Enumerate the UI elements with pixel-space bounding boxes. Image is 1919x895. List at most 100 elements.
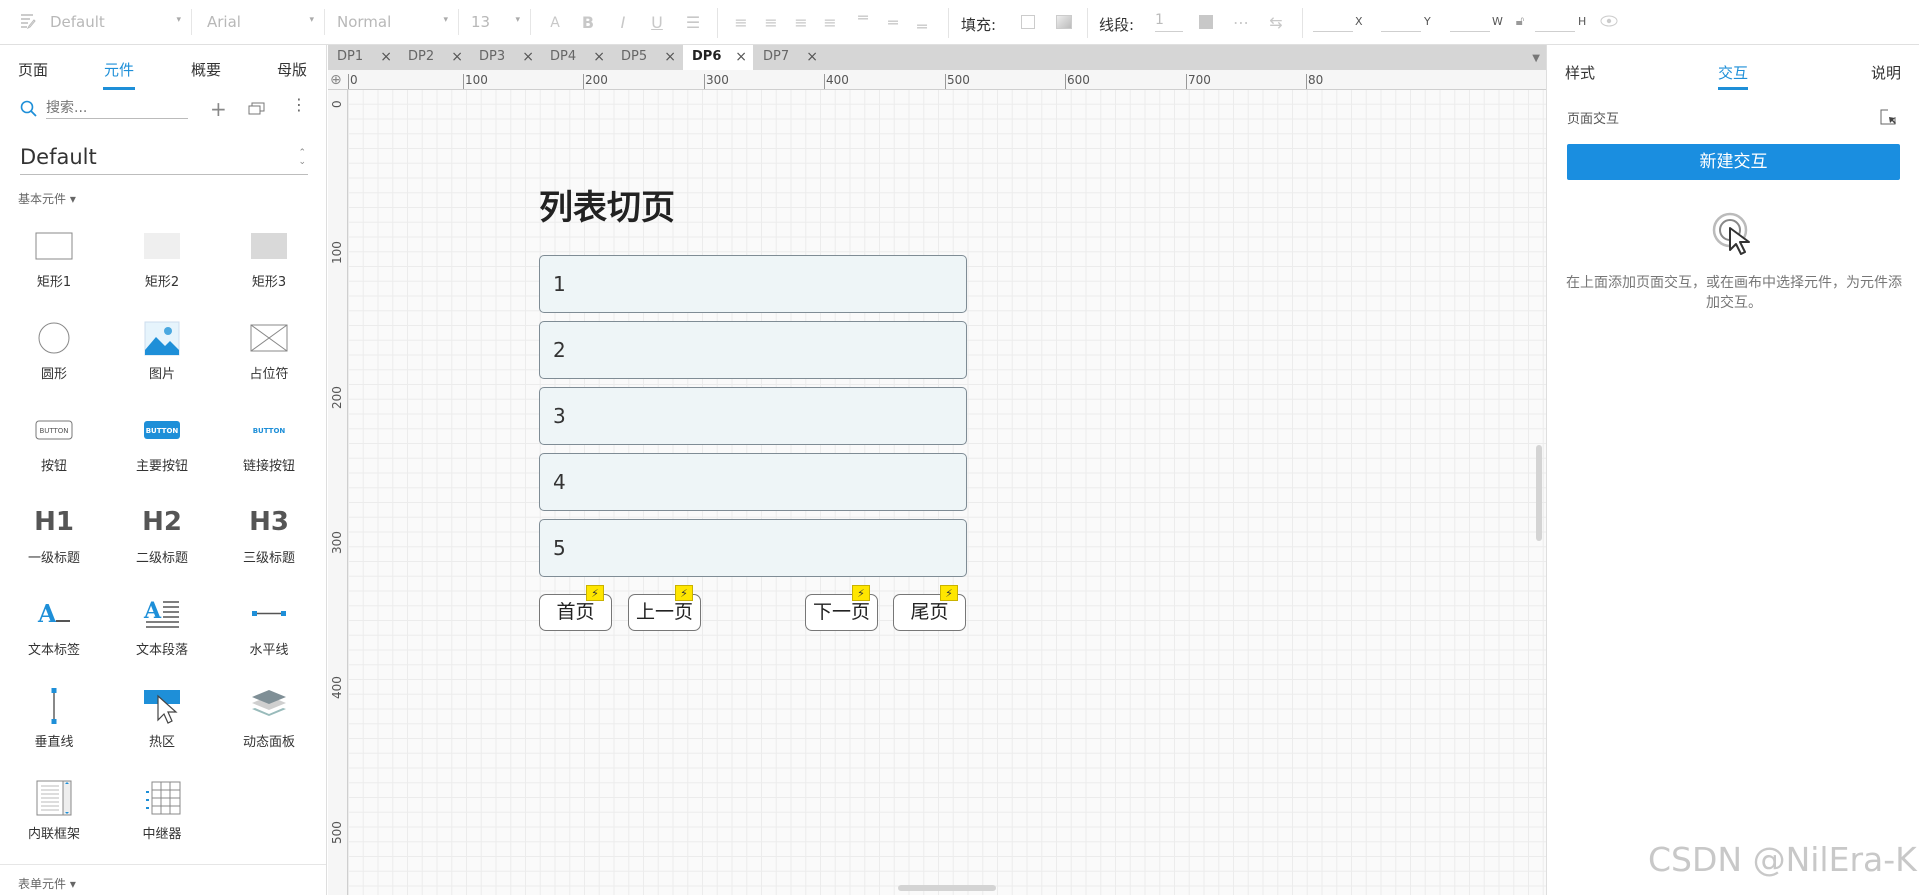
page-heading[interactable]: 列表切页 xyxy=(539,180,675,229)
tab-widgets[interactable]: 元件 xyxy=(104,59,134,80)
tab-dp7[interactable]: DP7 × xyxy=(754,45,824,70)
close-icon[interactable]: × xyxy=(806,45,818,69)
widget-search-input[interactable] xyxy=(46,97,188,119)
prev-page-button[interactable]: 上一页 ⚡︎ xyxy=(628,585,701,631)
widget-horizontal-line[interactable]: 水平线 xyxy=(219,596,319,676)
font-weight-dropdown[interactable]: Normal ▾ xyxy=(337,9,459,35)
tab-dp3[interactable]: DP3 × xyxy=(470,45,540,70)
widget-inline-frame[interactable]: 内联框架 xyxy=(4,780,104,860)
x-field[interactable] xyxy=(1313,12,1353,32)
align-justify-icon[interactable]: ≡ xyxy=(820,13,840,33)
tab-dp6[interactable]: DP6 × xyxy=(683,45,753,70)
font-dropdown[interactable]: Arial ▾ xyxy=(207,9,325,35)
line-width-field[interactable]: 1 xyxy=(1155,12,1183,32)
widget-image[interactable]: 图片 xyxy=(112,320,212,400)
widget-button[interactable]: BUTTON 按钮 xyxy=(4,412,104,492)
align-center-icon[interactable]: ≡ xyxy=(761,13,781,33)
horizontal-scrollbar[interactable] xyxy=(898,885,996,891)
section-form-widgets[interactable]: 表单元件 ▾ xyxy=(18,875,76,892)
widget-h3[interactable]: H3 三级标题 xyxy=(219,504,319,584)
widget-circle[interactable]: 圆形 xyxy=(4,320,104,400)
align-bottom-icon[interactable]: ═ xyxy=(912,17,932,37)
close-icon[interactable]: × xyxy=(593,45,605,69)
repeater-row[interactable]: 2 xyxy=(539,321,967,379)
y-field[interactable] xyxy=(1381,12,1421,32)
library-selector[interactable]: Default ⌃ ⌄ xyxy=(20,145,308,175)
tab-dp2[interactable]: DP2 × xyxy=(399,45,469,70)
repeater-row[interactable]: 4 xyxy=(539,453,967,511)
widget-link-button[interactable]: BUTTON 链接按钮 xyxy=(219,412,319,492)
widget-rect1[interactable]: 矩形1 xyxy=(4,228,104,308)
tab-dp5[interactable]: DP5 × xyxy=(612,45,682,70)
section-basic-widgets[interactable]: 基本元件 ▾ xyxy=(18,190,76,207)
h-label: H xyxy=(1578,15,1587,28)
last-page-button[interactable]: 尾页 ⚡︎ xyxy=(893,585,966,631)
add-library-icon[interactable]: + xyxy=(210,97,227,121)
new-interaction-button[interactable]: 新建交互 xyxy=(1567,144,1900,180)
tab-label: DP5 xyxy=(621,49,648,64)
chevron-down-icon: ▾ xyxy=(443,15,448,25)
lightning-icon: ⚡︎ xyxy=(940,585,958,601)
bullet-list-icon[interactable]: ☰ xyxy=(683,13,703,33)
style-editor-icon[interactable] xyxy=(18,12,38,32)
tab-notes[interactable]: 说明 xyxy=(1871,62,1901,83)
line-color-swatch[interactable] xyxy=(1199,15,1213,29)
tab-masters[interactable]: 母版 xyxy=(277,59,307,80)
ruler-origin-icon[interactable]: ⊕ xyxy=(330,72,342,88)
bold-icon[interactable]: B xyxy=(578,13,598,33)
font-size-dropdown[interactable]: 13 ▾ xyxy=(471,9,531,35)
widget-rect2[interactable]: 矩形2 xyxy=(112,228,212,308)
visibility-eye-icon[interactable] xyxy=(1599,13,1619,33)
tab-dp4[interactable]: DP4 × xyxy=(541,45,611,70)
ruler-tick-label: 100 xyxy=(465,73,488,87)
widget-text-label[interactable]: A 文本标签 xyxy=(4,596,104,676)
line-pattern-icon[interactable]: ⋯ xyxy=(1231,13,1251,33)
widget-text-paragraph[interactable]: A 文本段落 xyxy=(112,596,212,676)
font-color-icon[interactable]: A xyxy=(545,13,565,33)
align-top-icon[interactable]: ═ xyxy=(853,8,873,28)
library-copy-icon[interactable] xyxy=(248,102,265,119)
widget-dynamic-panel[interactable]: 动态面板 xyxy=(219,688,319,768)
widget-vertical-line[interactable]: 垂直线 xyxy=(4,688,104,768)
width-field[interactable] xyxy=(1450,12,1490,32)
widget-hotspot[interactable]: 热区 xyxy=(112,688,212,768)
style-dropdown[interactable]: Default ▾ xyxy=(50,9,192,35)
tab-interactions[interactable]: 交互 xyxy=(1718,62,1748,83)
widget-rect3[interactable]: 矩形3 xyxy=(219,228,319,308)
underline-icon[interactable]: U xyxy=(647,13,667,33)
close-icon[interactable]: × xyxy=(451,45,463,69)
more-options-icon[interactable]: ⋮ xyxy=(291,97,307,113)
widget-primary-button[interactable]: BUTTON 主要按钮 xyxy=(112,412,212,492)
lock-icon[interactable]: 🔓︎ xyxy=(1510,12,1530,32)
next-page-button[interactable]: 下一页 ⚡︎ xyxy=(805,585,878,631)
tab-pages[interactable]: 页面 xyxy=(18,59,48,80)
height-field[interactable] xyxy=(1535,12,1575,32)
close-icon[interactable]: × xyxy=(380,45,392,69)
repeater-row[interactable]: 5 xyxy=(539,519,967,577)
select-interaction-icon[interactable] xyxy=(1879,108,1897,130)
first-page-button[interactable]: 首页 ⚡︎ xyxy=(539,585,612,631)
repeater-row[interactable]: 1 xyxy=(539,255,967,313)
align-left-icon[interactable]: ≡ xyxy=(731,13,751,33)
italic-icon[interactable]: I xyxy=(613,13,633,33)
align-middle-icon[interactable]: ═ xyxy=(883,13,903,33)
fill-shadow-icon[interactable] xyxy=(1056,15,1072,29)
close-icon[interactable]: × xyxy=(664,45,676,69)
close-icon[interactable]: × xyxy=(522,45,534,69)
repeater-row[interactable]: 3 xyxy=(539,387,967,445)
button-label: 上一页 xyxy=(635,601,693,623)
ruler-tick-label: 200 xyxy=(585,73,608,87)
widget-repeater[interactable]: 中继器 xyxy=(112,780,212,860)
close-icon[interactable]: × xyxy=(735,45,747,69)
arrow-style-icon[interactable]: ⇆ xyxy=(1266,13,1286,33)
widget-placeholder[interactable]: 占位符 xyxy=(219,320,319,400)
align-right-icon[interactable]: ≡ xyxy=(791,13,811,33)
tabs-overflow-icon[interactable]: ▼ xyxy=(1532,53,1540,64)
widget-h1[interactable]: H1 一级标题 xyxy=(4,504,104,584)
tab-outline[interactable]: 概要 xyxy=(191,59,221,80)
vertical-scrollbar[interactable] xyxy=(1536,445,1542,541)
tab-dp1[interactable]: DP1 × xyxy=(328,45,398,70)
tab-style[interactable]: 样式 xyxy=(1565,62,1595,83)
fill-color-swatch[interactable] xyxy=(1021,15,1035,29)
widget-h2[interactable]: H2 二级标题 xyxy=(112,504,212,584)
